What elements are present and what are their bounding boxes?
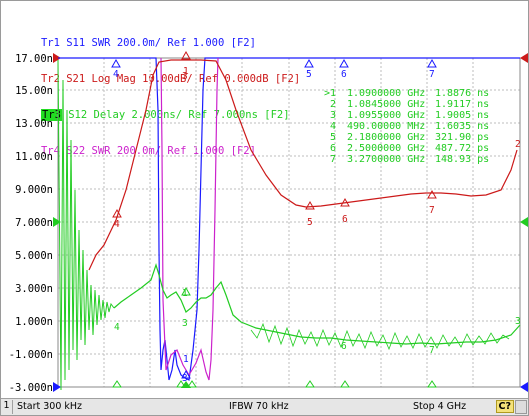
s12-right-arrow[interactable] <box>520 217 528 227</box>
svg-text:6: 6 <box>342 214 348 225</box>
measurement-plot[interactable]: 17.00n 15.00n 13.00n 11.00n 9.000n 7.000… <box>1 50 529 395</box>
marker-value: 1.8876 ns <box>435 88 489 99</box>
stop-frequency[interactable]: Stop 4 GHz <box>413 401 466 412</box>
status-scroll-button[interactable] <box>515 400 527 414</box>
svg-text:4: 4 <box>114 322 120 333</box>
status-bar: 1 Start 300 kHz IFBW 70 kHz Stop 4 GHz C… <box>1 398 528 415</box>
marker-readout-table: >1 1.0900000 GHz 1.8876 ns 2 1.0845000 G… <box>324 88 489 165</box>
y-tick-label: 15.00n <box>15 85 53 97</box>
marker-num: 5 <box>330 132 336 143</box>
trace-id: Tr1 <box>40 37 60 49</box>
y-tick-label: -3.000n <box>9 382 53 394</box>
marker-value: 1.9117 ns <box>435 99 489 110</box>
svg-text:7: 7 <box>429 205 435 216</box>
marker-num: 2 <box>330 99 336 110</box>
marker-value: 1.6035 ns <box>435 121 489 132</box>
trace-param: S11 <box>66 37 86 49</box>
marker-freq: 1.0955000 GHz <box>347 110 425 121</box>
svg-text:3: 3 <box>515 316 521 327</box>
marker-freq: 1.0900000 GHz <box>347 88 425 99</box>
s21-right-arrow[interactable] <box>520 53 528 63</box>
svg-text:2: 2 <box>515 139 521 150</box>
marker-value: 321.90 ps <box>435 132 489 143</box>
y-tick-label: 17.00n <box>15 53 53 65</box>
trace-channel: [F2] <box>230 37 256 49</box>
svg-text:1: 1 <box>182 288 188 299</box>
trace-ref: Ref 1.000 <box>167 37 225 49</box>
svg-text:6: 6 <box>341 341 347 352</box>
stimulus-markers <box>112 380 437 388</box>
marker-num: 4 <box>330 121 336 132</box>
start-frequency[interactable]: Start 300 kHz <box>17 401 82 412</box>
s11-right-arrow[interactable] <box>520 382 528 392</box>
svg-text:1: 1 <box>183 354 189 365</box>
y-tick-label: 13.00n <box>15 118 53 130</box>
svg-text:5: 5 <box>306 69 312 80</box>
trace-line-1[interactable]: Tr1 S11 SWR 200.0m/ Ref 1.000 [F2] <box>3 25 300 49</box>
marker-num: 3 <box>330 110 336 121</box>
s12-trace-noise <box>57 59 115 391</box>
s22-trace <box>160 57 219 381</box>
marker-value: 487.72 ps <box>435 143 489 154</box>
marker-freq: 1.0845000 GHz <box>347 99 425 110</box>
svg-text:4: 4 <box>113 69 119 80</box>
y-tick-label: 11.00n <box>15 151 53 163</box>
marker-freq: 490.00000 MHz <box>347 121 425 132</box>
svg-text:4: 4 <box>114 219 120 230</box>
marker-value: 148.93 ps <box>435 154 489 165</box>
marker-value: 1.9005 ns <box>435 110 489 121</box>
svg-text:3: 3 <box>182 71 188 82</box>
svg-text:5: 5 <box>307 217 313 228</box>
svg-text:3: 3 <box>182 318 188 329</box>
svg-text:7: 7 <box>429 69 435 80</box>
s11-ref-arrow[interactable] <box>53 382 61 392</box>
y-tick-label: -1.000n <box>9 349 53 361</box>
marker-num: 7 <box>330 154 336 165</box>
y-tick-label: 1.000n <box>15 316 53 328</box>
marker-freq: 2.1800000 GHz <box>347 132 425 143</box>
y-tick-label: 3.000n <box>15 283 53 295</box>
trace-format: SWR <box>91 37 111 49</box>
y-tick-label: 9.000n <box>15 184 53 196</box>
s12-trace <box>113 263 521 345</box>
marker-freq: 3.2700000 GHz <box>347 154 425 165</box>
s12-trace-noise-hf <box>250 322 510 351</box>
y-tick-label: 7.000n <box>15 217 53 229</box>
channel-number[interactable]: 1 <box>1 400 13 414</box>
analyzer-window: Tr1 S11 SWR 200.0m/ Ref 1.000 [F2] Tr2 S… <box>0 0 529 416</box>
svg-text:7: 7 <box>429 345 435 356</box>
y-axis-labels: 17.00n 15.00n 13.00n 11.00n 9.000n 7.000… <box>9 53 53 394</box>
y-tick-label: 5.000n <box>15 250 53 262</box>
if-bandwidth[interactable]: IFBW 70 kHz <box>229 401 289 412</box>
trace-scale: 200.0m/ <box>116 37 162 49</box>
marker-num: 6 <box>330 143 336 154</box>
marker-freq: 2.5000000 GHz <box>347 143 425 154</box>
channel-badge[interactable]: C? <box>495 400 514 413</box>
svg-text:6: 6 <box>341 69 347 80</box>
marker-num: >1 <box>324 88 336 99</box>
